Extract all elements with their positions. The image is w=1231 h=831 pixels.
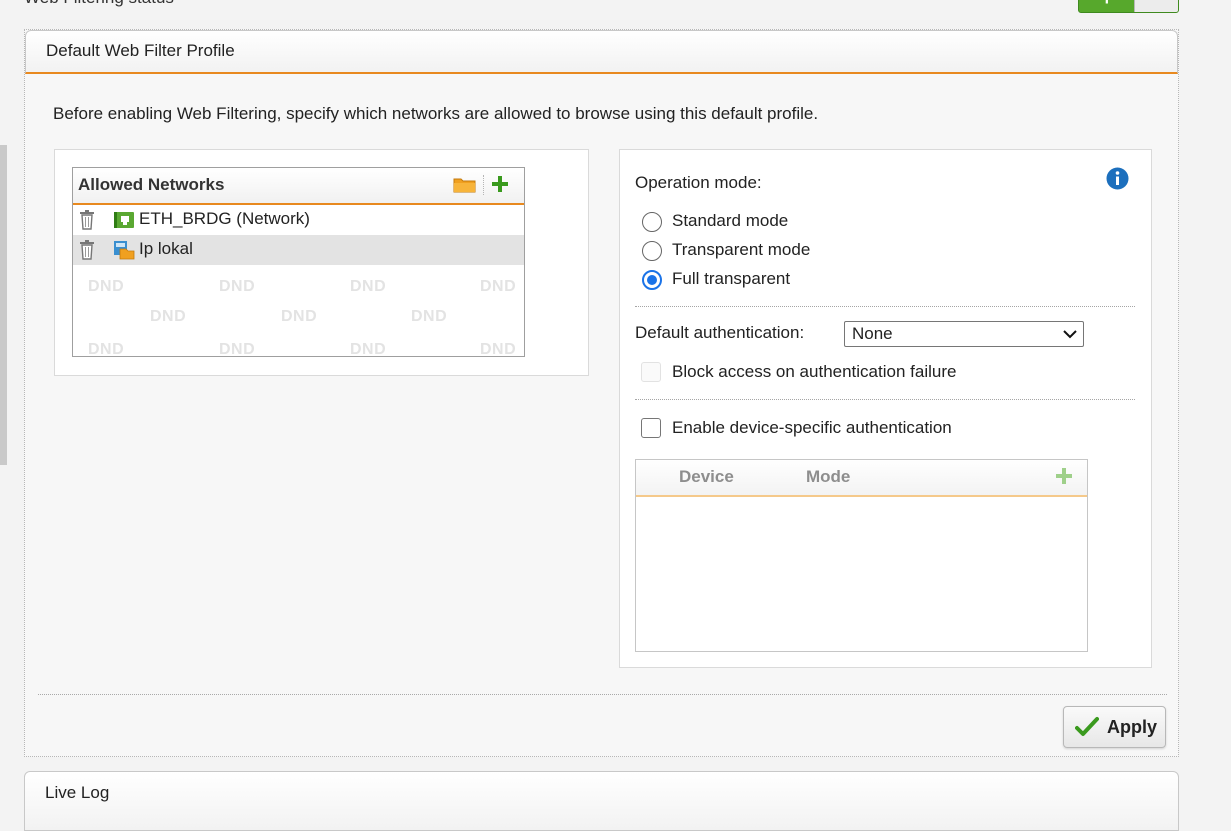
divider xyxy=(635,306,1135,307)
network-row-label: Ip lokal xyxy=(139,239,193,258)
web-filtering-status-label: Web Filtering status xyxy=(24,0,174,8)
full-transparent-radio[interactable] xyxy=(642,270,662,290)
allowed-networks-header: Allowed Networks xyxy=(73,168,524,205)
full-transparent-label[interactable]: Full transparent xyxy=(672,269,790,289)
info-icon[interactable] xyxy=(1106,167,1129,190)
standard-mode-label[interactable]: Standard mode xyxy=(672,211,788,231)
header-separator xyxy=(483,175,484,195)
default-web-filter-profile-panel: Default Web Filter Profile Before enabli… xyxy=(24,29,1179,757)
trash-icon[interactable] xyxy=(79,210,95,230)
dnd-watermark: DND xyxy=(411,308,448,325)
apply-button[interactable]: Apply xyxy=(1063,706,1166,748)
web-filtering-toggle[interactable]: + xyxy=(1078,0,1179,13)
block-access-checkbox xyxy=(641,362,661,382)
standard-mode-radio[interactable] xyxy=(642,212,662,232)
toggle-plus-icon: + xyxy=(1101,0,1113,11)
dnd-watermark: DND xyxy=(219,341,256,357)
chevron-down-icon xyxy=(1063,330,1077,339)
allowed-networks-box: Allowed Networks ETH_BRDG (Network) Ip l… xyxy=(54,149,589,376)
network-icon xyxy=(114,212,134,228)
add-network-icon[interactable] xyxy=(490,174,510,194)
dnd-watermark: DND xyxy=(480,341,517,357)
default-auth-value: None xyxy=(852,324,893,343)
default-auth-label: Default authentication: xyxy=(635,323,805,342)
panel-header[interactable]: Default Web Filter Profile xyxy=(25,30,1178,74)
toggle-knob xyxy=(1134,0,1178,12)
dnd-watermark: DND xyxy=(150,308,187,325)
settings-box: Operation mode: Standard mode Transparen… xyxy=(619,149,1152,668)
dnd-watermark: DND xyxy=(88,278,125,295)
checkmark-icon xyxy=(1075,717,1099,736)
dnd-watermark: DND xyxy=(350,278,387,295)
transparent-mode-radio[interactable] xyxy=(642,241,662,261)
device-auth-checkbox[interactable] xyxy=(641,418,661,438)
dnd-watermark: DND xyxy=(88,341,125,357)
network-row[interactable]: Ip lokal xyxy=(73,235,524,265)
intro-text: Before enabling Web Filtering, specify w… xyxy=(53,104,819,123)
transparent-mode-label[interactable]: Transparent mode xyxy=(672,240,810,260)
network-row-label: ETH_BRDG (Network) xyxy=(139,209,310,228)
panel-title: Default Web Filter Profile xyxy=(46,41,235,60)
allowed-networks-grid: Allowed Networks ETH_BRDG (Network) Ip l… xyxy=(72,167,525,357)
dnd-watermark: DND xyxy=(219,278,256,295)
apply-button-label: Apply xyxy=(1107,717,1158,737)
block-access-label: Block access on authentication failure xyxy=(672,362,957,381)
allowed-networks-title: Allowed Networks xyxy=(78,175,225,194)
col-device: Device xyxy=(679,467,734,486)
bottom-divider xyxy=(38,694,1167,695)
device-table-header: Device Mode xyxy=(636,460,1087,497)
network-row[interactable]: ETH_BRDG (Network) xyxy=(73,205,524,235)
left-scroll-strip xyxy=(0,145,7,465)
dnd-watermark: DND xyxy=(350,341,387,357)
divider xyxy=(635,399,1135,400)
ip-object-icon xyxy=(114,241,135,260)
dnd-watermark: DND xyxy=(281,308,318,325)
add-device-icon xyxy=(1056,468,1072,484)
device-auth-table: Device Mode xyxy=(635,459,1088,652)
folder-icon[interactable] xyxy=(453,176,476,193)
col-mode: Mode xyxy=(806,467,851,486)
dnd-watermark: DND xyxy=(480,278,517,295)
default-auth-select[interactable]: None xyxy=(844,321,1084,347)
device-auth-label[interactable]: Enable device-specific authentication xyxy=(672,418,952,438)
operation-mode-label: Operation mode: xyxy=(635,173,762,192)
trash-icon[interactable] xyxy=(79,240,95,260)
live-log-title: Live Log xyxy=(45,783,110,802)
live-log-panel[interactable]: Live Log xyxy=(24,771,1179,831)
